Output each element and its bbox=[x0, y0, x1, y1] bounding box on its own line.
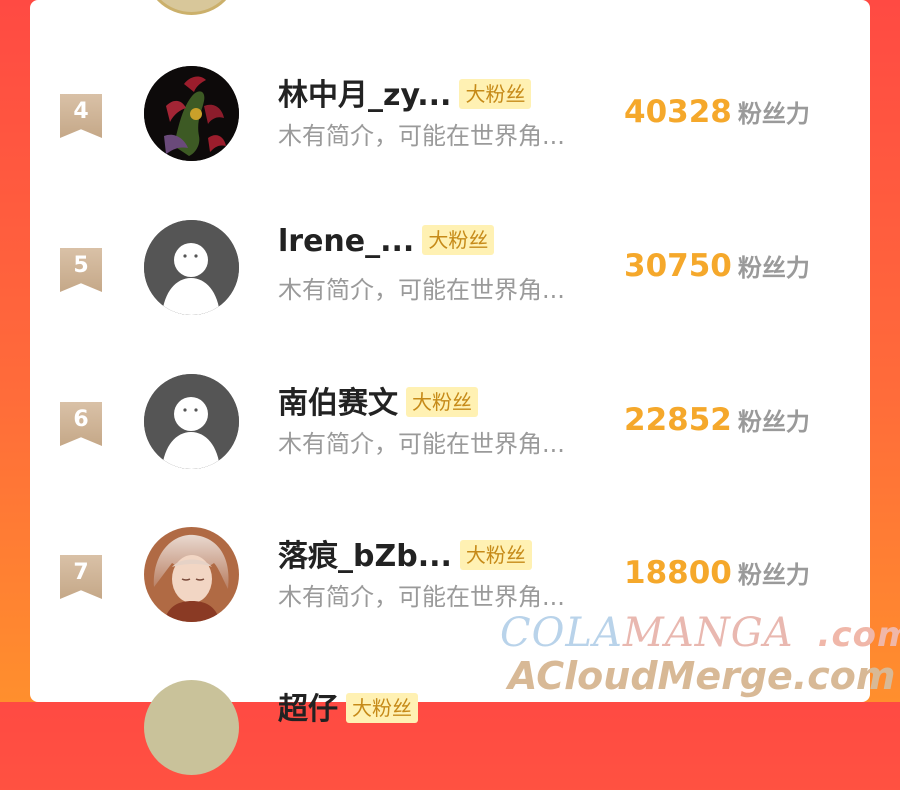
big-fan-badge: 大粉丝 bbox=[406, 386, 478, 417]
user-name[interactable]: 超仔 大粉丝 bbox=[278, 684, 418, 728]
user-avatar[interactable] bbox=[144, 66, 239, 161]
default-user-icon bbox=[144, 220, 239, 315]
fan-power-unit: 粉丝力 bbox=[737, 254, 810, 282]
fan-power-value: 40328 bbox=[624, 94, 732, 130]
fan-power-score: 22852 粉丝力 bbox=[624, 402, 810, 438]
fan-power-value: 18800 bbox=[624, 555, 732, 591]
ranking-row[interactable]: 7 落痕_bZb... 大粉丝 木有简介，可能在世界角... 18800 粉丝力 bbox=[30, 527, 870, 637]
big-fan-badge: 大粉丝 bbox=[346, 692, 418, 723]
fan-power-unit: 粉丝力 bbox=[737, 408, 810, 436]
fan-power-value: 22852 bbox=[624, 402, 732, 438]
user-name-text[interactable]: lrene_... bbox=[278, 224, 414, 259]
big-fan-badge: 大粉丝 bbox=[422, 224, 495, 255]
ranking-row[interactable]: 4 林中月_zy... 大粉丝 木有简介，可能在世界角... 40328 粉丝力 bbox=[30, 66, 870, 176]
user-bio: 木有简介，可能在世界角... bbox=[278, 276, 565, 304]
user-bio: 木有简介，可能在世界角... bbox=[278, 430, 565, 458]
fan-power-score: 40328 粉丝力 bbox=[624, 94, 810, 130]
big-fan-badge: 大粉丝 bbox=[459, 78, 532, 109]
ranking-row[interactable]: 超仔 大粉丝 bbox=[30, 680, 870, 790]
user-name[interactable]: 落痕_bZb... 大粉丝 bbox=[278, 531, 532, 575]
default-user-icon bbox=[144, 374, 239, 469]
fan-power-unit: 粉丝力 bbox=[737, 100, 810, 128]
user-avatar[interactable] bbox=[144, 680, 239, 775]
rank-ribbon: 7 bbox=[60, 555, 102, 599]
user-name-text[interactable]: 林中月_zy... bbox=[278, 78, 451, 113]
big-fan-badge: 大粉丝 bbox=[459, 539, 532, 570]
fan-power-score: 18800 粉丝力 bbox=[624, 555, 810, 591]
anime-character-icon bbox=[144, 527, 239, 622]
user-name[interactable]: 林中月_zy... 大粉丝 bbox=[278, 70, 532, 114]
user-bio: 木有简介，可能在世界角... bbox=[278, 122, 565, 150]
user-name-text[interactable]: 南伯赛文 bbox=[278, 386, 398, 421]
ranking-row[interactable]: 5 lrene_... 大粉丝 木有简介，可能在世界角... 30750 粉丝力 bbox=[30, 220, 870, 330]
partial-avatar-top bbox=[144, 0, 239, 15]
user-avatar[interactable] bbox=[144, 527, 239, 622]
user-bio: 木有简介，可能在世界角... bbox=[278, 583, 565, 611]
user-avatar[interactable] bbox=[144, 374, 239, 469]
rank-ribbon: 6 bbox=[60, 402, 102, 446]
fan-power-value: 30750 bbox=[624, 248, 732, 284]
user-avatar[interactable] bbox=[144, 220, 239, 315]
rank-ribbon: 5 bbox=[60, 248, 102, 292]
fan-ranking-panel: 4 林中月_zy... 大粉丝 木有简介，可能在世界角... 40328 粉丝力 5 bbox=[30, 0, 870, 775]
ranking-row[interactable]: 6 南伯赛文 大粉丝 木有简介，可能在世界角... 22852 粉丝力 bbox=[30, 374, 870, 484]
dragon-artwork-icon bbox=[144, 66, 239, 161]
fan-power-unit: 粉丝力 bbox=[737, 561, 810, 589]
fan-power-score: 30750 粉丝力 bbox=[624, 248, 810, 284]
user-name[interactable]: 南伯赛文 大粉丝 bbox=[278, 378, 478, 422]
rank-ribbon: 4 bbox=[60, 94, 102, 138]
user-name-text[interactable]: 超仔 bbox=[278, 692, 338, 727]
user-name-text[interactable]: 落痕_bZb... bbox=[278, 539, 452, 574]
user-name[interactable]: lrene_... 大粉丝 bbox=[278, 224, 495, 259]
